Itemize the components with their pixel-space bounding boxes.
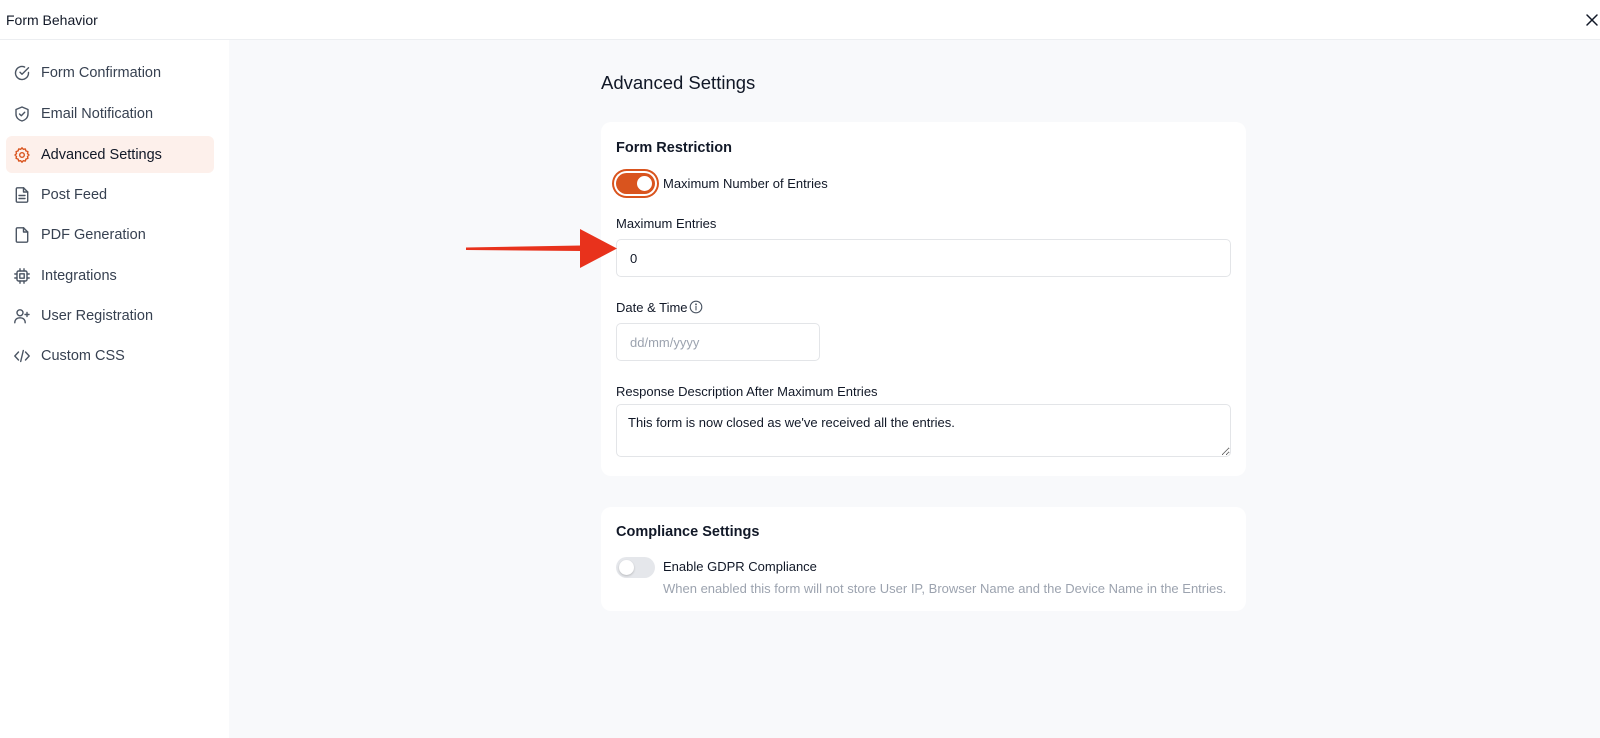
code-icon xyxy=(13,347,31,365)
sidebar-item-label: Post Feed xyxy=(41,186,108,203)
gdpr-toggle[interactable] xyxy=(616,557,655,578)
sidebar-item-label: Form Confirmation xyxy=(41,64,162,81)
sidebar-item-label: Email Notification xyxy=(41,105,154,122)
date-input[interactable] xyxy=(616,323,820,361)
max-entries-input[interactable] xyxy=(616,239,1231,277)
toggle-knob xyxy=(637,176,652,191)
gear-icon xyxy=(13,146,31,164)
compliance-settings-title: Compliance Settings xyxy=(616,524,760,540)
sidebar-item-email-notification[interactable]: Email Notification xyxy=(6,95,214,132)
toggle-knob xyxy=(619,560,634,575)
response-description-textarea[interactable]: This form is now closed as we've receive… xyxy=(616,404,1231,457)
sidebar-item-label: User Registration xyxy=(41,307,154,324)
info-icon[interactable] xyxy=(689,300,703,314)
title-bar: Form Behavior xyxy=(0,0,1600,40)
max-entries-label: Maximum Entries xyxy=(616,216,717,231)
file-text-icon xyxy=(13,186,31,204)
date-time-label: Date & Time xyxy=(616,300,688,315)
sidebar-item-integrations[interactable]: Integrations xyxy=(6,257,214,294)
file-icon xyxy=(13,226,31,244)
page-title: Advanced Settings xyxy=(601,72,756,93)
form-restriction-title: Form Restriction xyxy=(616,140,733,156)
gdpr-toggle-label: Enable GDPR Compliance xyxy=(663,559,817,574)
sidebar-item-label: Integrations xyxy=(41,267,117,284)
dialog-title: Form Behavior xyxy=(6,12,98,28)
sidebar-item-advanced-settings[interactable]: Advanced Settings xyxy=(6,136,214,173)
sidebar-item-user-registration[interactable]: User Registration xyxy=(6,297,214,334)
shield-check-icon xyxy=(13,105,31,123)
gdpr-help-text: When enabled this form will not store Us… xyxy=(663,581,1227,596)
annotation-arrow-icon xyxy=(466,226,618,272)
close-icon[interactable] xyxy=(1583,11,1600,29)
sidebar-item-label: PDF Generation xyxy=(41,226,146,243)
max-entries-toggle[interactable] xyxy=(616,173,655,194)
chip-icon xyxy=(13,267,31,285)
sidebar-item-form-confirmation[interactable]: Form Confirmation xyxy=(6,54,214,91)
sidebar-item-post-feed[interactable]: Post Feed xyxy=(6,176,214,213)
sidebar: Form Confirmation Email Notification Adv… xyxy=(0,40,229,738)
sidebar-item-label: Custom CSS xyxy=(41,347,125,364)
sidebar-item-pdf-generation[interactable]: PDF Generation xyxy=(6,216,214,253)
user-plus-icon xyxy=(13,307,31,325)
max-entries-toggle-label: Maximum Number of Entries xyxy=(663,176,828,191)
response-description-label: Response Description After Maximum Entri… xyxy=(616,384,878,399)
sidebar-item-label: Advanced Settings xyxy=(41,146,162,163)
check-circle-icon xyxy=(13,64,31,82)
sidebar-item-custom-css[interactable]: Custom CSS xyxy=(6,337,214,374)
